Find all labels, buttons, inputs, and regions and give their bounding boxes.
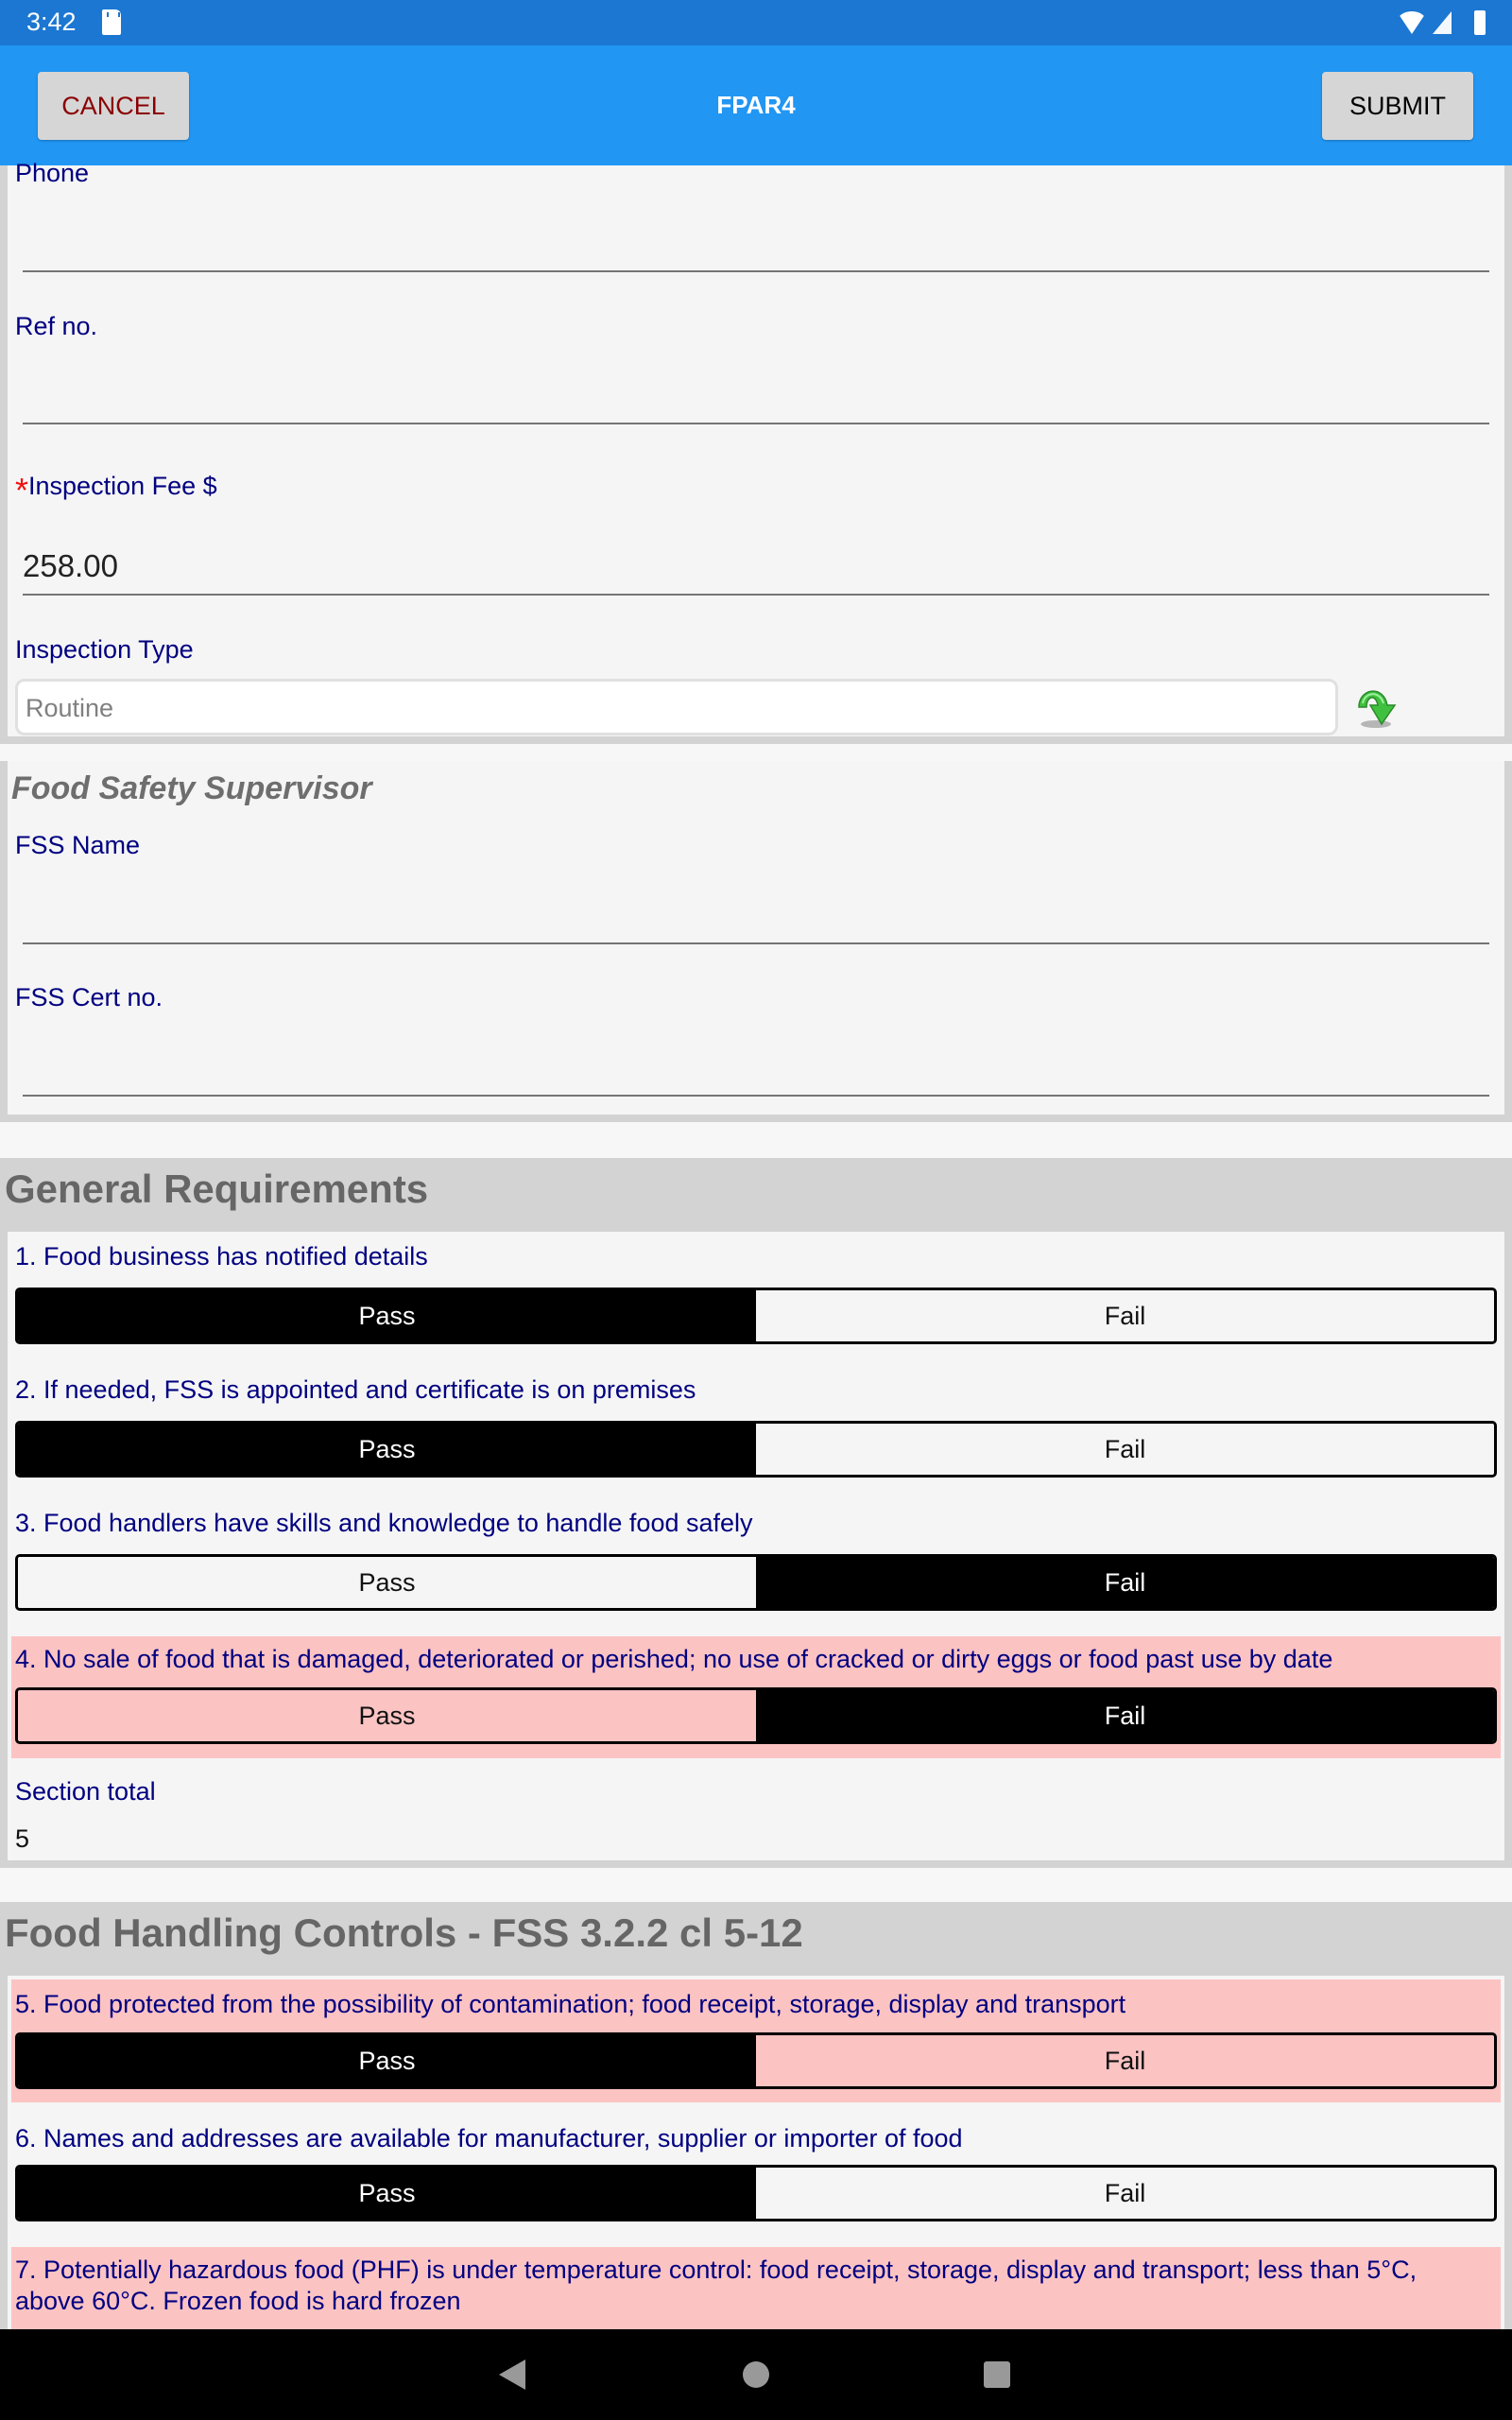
- back-icon[interactable]: [499, 2360, 525, 2390]
- pass-option[interactable]: Pass: [18, 1557, 756, 1608]
- question-label: 3. Food handlers have skills and knowled…: [15, 1509, 753, 1537]
- question-5: 5. Food protected from the possibility o…: [11, 1979, 1501, 2102]
- phone-underline: [23, 270, 1489, 272]
- inspection-fee-underline: [23, 594, 1489, 596]
- question-2: 2. If needed, FSS is appointed and certi…: [11, 1365, 1501, 1483]
- inspection-type-placeholder: Routine: [26, 694, 114, 722]
- pass-fail-toggle: Pass Fail: [15, 1687, 1497, 1744]
- question-3: 3. Food handlers have skills and knowled…: [11, 1498, 1501, 1616]
- pass-fail-toggle: Pass Fail: [15, 1421, 1497, 1478]
- fail-option[interactable]: Fail: [756, 2035, 1494, 2086]
- question-label: 6. Names and addresses are available for…: [15, 2124, 963, 2152]
- inspection-fee-value: 258.00: [23, 548, 118, 583]
- fss-cert-no-underline: [23, 1095, 1489, 1097]
- app-bar: CANCEL FPAR4 SUBMIT: [0, 45, 1512, 165]
- fss-cert-no-field[interactable]: [23, 1027, 1489, 1095]
- phone-field[interactable]: [23, 203, 1489, 271]
- inspection-fee-label: *Inspection Fee $: [15, 463, 217, 510]
- ref-no-underline: [23, 423, 1489, 424]
- pass-option[interactable]: Pass: [18, 1424, 756, 1475]
- fss-cert-no-label: FSS Cert no.: [15, 983, 163, 1011]
- section-title: Food Handling Controls - FSS 3.2.2 cl 5-…: [5, 1910, 803, 1955]
- navigation-bar: [0, 2329, 1512, 2420]
- fail-option[interactable]: Fail: [756, 1290, 1494, 1341]
- section-header-general-requirements: General Requirements: [0, 1158, 1512, 1234]
- section-total-label: Section total: [15, 1777, 156, 1806]
- question-label: 2. If needed, FSS is appointed and certi…: [15, 1375, 696, 1404]
- inspection-fee-label-text: Inspection Fee $: [28, 472, 217, 500]
- ref-no-label: Ref no.: [15, 312, 98, 340]
- section-total-value: 5: [15, 1824, 30, 1853]
- fss-heading: Food Safety Supervisor: [11, 770, 372, 806]
- fail-option[interactable]: Fail: [756, 1557, 1494, 1608]
- inspection-type-select[interactable]: Routine: [15, 679, 1338, 735]
- status-bar: 3:42: [0, 0, 1512, 45]
- required-star-icon: *: [15, 471, 29, 510]
- fail-option[interactable]: Fail: [756, 1424, 1494, 1475]
- phone-label: Phone: [15, 159, 90, 187]
- fss-name-underline: [23, 942, 1489, 944]
- recent-apps-icon[interactable]: [984, 2361, 1010, 2388]
- question-label: 5. Food protected from the possibility o…: [15, 1990, 1126, 2018]
- sd-card-icon: [102, 9, 121, 35]
- question-label: 1. Food business has notified details: [15, 1242, 428, 1270]
- signal-icon: [1433, 11, 1452, 34]
- question-4: 4. No sale of food that is damaged, dete…: [11, 1636, 1501, 1758]
- page-title: FPAR4: [716, 91, 796, 119]
- fail-option[interactable]: Fail: [756, 1690, 1494, 1741]
- question-label: 4. No sale of food that is damaged, dete…: [15, 1645, 1333, 1673]
- submit-button[interactable]: SUBMIT: [1322, 72, 1473, 140]
- inspection-type-label: Inspection Type: [15, 635, 194, 664]
- status-time: 3:42: [26, 8, 77, 36]
- fss-name-field[interactable]: [23, 874, 1489, 942]
- home-icon[interactable]: [743, 2361, 769, 2388]
- question-6: 6. Names and addresses are available for…: [11, 2118, 1501, 2236]
- inspection-fee-field[interactable]: 258.00: [23, 539, 1489, 596]
- pass-option[interactable]: Pass: [18, 2168, 756, 2219]
- pass-fail-toggle: Pass Fail: [15, 1288, 1497, 1344]
- section-header-food-handling-controls: Food Handling Controls - FSS 3.2.2 cl 5-…: [0, 1902, 1512, 1978]
- question-label: 7. Potentially hazardous food (PHF) is u…: [15, 2256, 1418, 2315]
- question-1: 1. Food business has notified details Pa…: [11, 1232, 1501, 1350]
- pass-option[interactable]: Pass: [18, 2035, 756, 2086]
- fail-option[interactable]: Fail: [756, 2168, 1494, 2219]
- pass-option[interactable]: Pass: [18, 1690, 756, 1741]
- wifi-icon: [1397, 11, 1427, 34]
- pass-fail-toggle: Pass Fail: [15, 2165, 1497, 2221]
- fss-name-label: FSS Name: [15, 831, 141, 859]
- pass-option[interactable]: Pass: [18, 1290, 756, 1341]
- section-title: General Requirements: [5, 1167, 429, 1211]
- dropdown-arrow-icon[interactable]: [1351, 679, 1404, 732]
- battery-icon: [1474, 10, 1486, 35]
- ref-no-field[interactable]: [23, 355, 1489, 424]
- pass-fail-toggle: Pass Fail: [15, 2032, 1497, 2089]
- pass-fail-toggle: Pass Fail: [15, 1554, 1497, 1611]
- question-7: 7. Potentially hazardous food (PHF) is u…: [11, 2247, 1501, 2332]
